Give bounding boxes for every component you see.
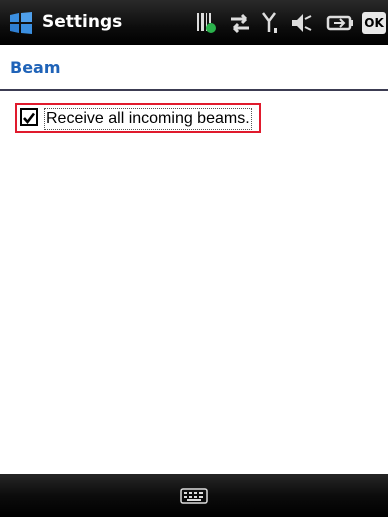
barcode-scanner-icon[interactable] — [196, 10, 218, 36]
checkmark-icon — [23, 112, 36, 125]
data-connection-icon[interactable] — [228, 10, 252, 36]
battery-icon[interactable] — [326, 10, 354, 36]
volume-icon[interactable] — [290, 10, 314, 36]
page-header: Beam — [0, 45, 388, 91]
receive-beams-label[interactable]: Receive all incoming beams. — [44, 108, 252, 130]
page-title: Beam — [10, 58, 61, 77]
signal-strength-icon[interactable] — [260, 10, 282, 36]
app-title[interactable]: Settings — [42, 10, 122, 34]
bottom-menu-bar — [0, 474, 388, 517]
ok-button[interactable]: OK — [362, 12, 386, 34]
title-bar: Settings OK — [0, 0, 388, 45]
start-menu-icon[interactable] — [9, 12, 33, 34]
receive-beams-checkbox[interactable] — [20, 108, 38, 126]
receive-beams-option[interactable]: Receive all incoming beams. — [15, 103, 261, 133]
keyboard-icon[interactable] — [180, 488, 208, 504]
